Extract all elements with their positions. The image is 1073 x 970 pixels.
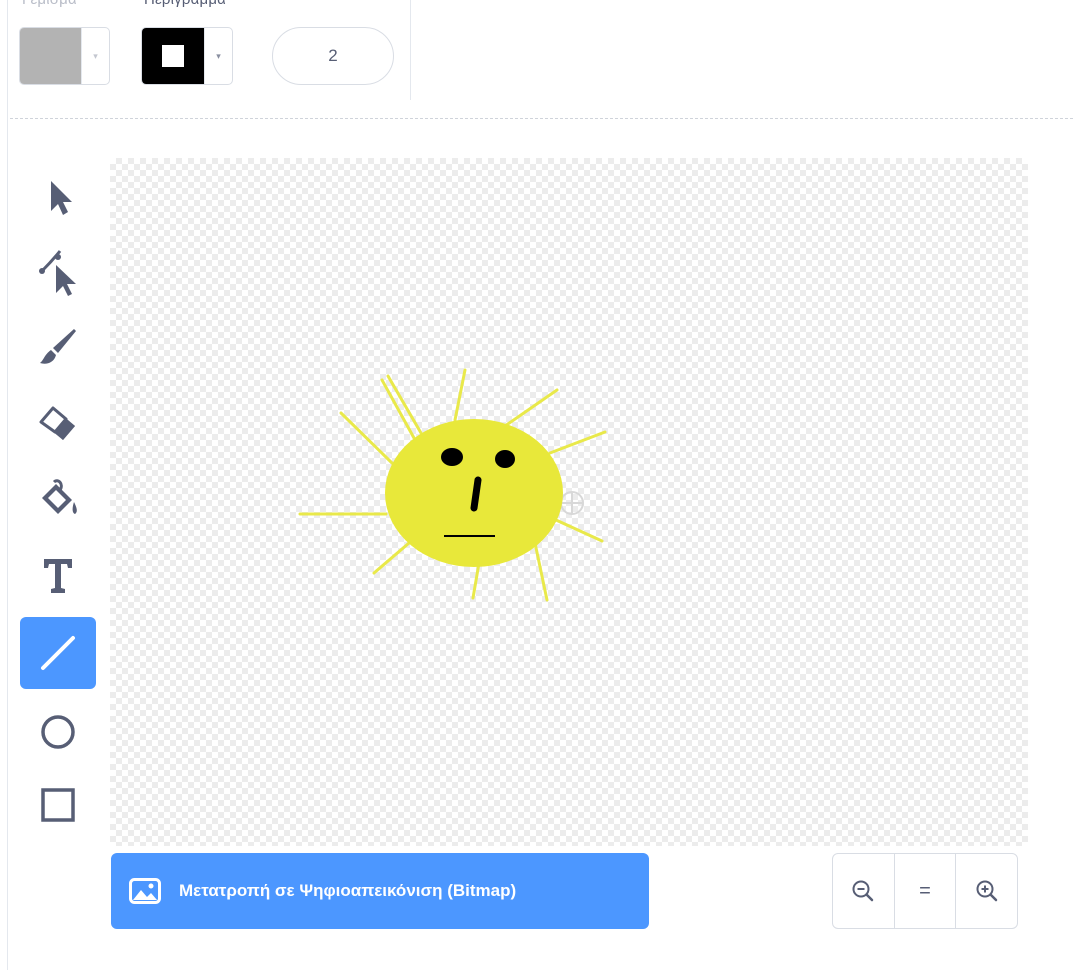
- chevron-down-icon: ▾: [204, 28, 232, 84]
- reshape-icon: [39, 250, 76, 296]
- text-tool-button[interactable]: [20, 539, 96, 611]
- fill-color-swatch: [20, 28, 81, 84]
- sun-drawing: [298, 368, 607, 602]
- fill-label: Γέμισμα: [22, 0, 77, 8]
- zoom-in-button[interactable]: [955, 854, 1017, 928]
- eraser-tool-button[interactable]: [20, 388, 96, 460]
- brush-icon: [40, 329, 76, 364]
- brush-tool-button[interactable]: [20, 311, 96, 383]
- toolbar-divider: [410, 0, 411, 100]
- sun-left-eye: [441, 448, 463, 466]
- sun-right-eye: [495, 450, 515, 468]
- chevron-down-icon: ▾: [81, 28, 109, 84]
- paint-bucket-icon: [42, 479, 77, 514]
- drawing-canvas[interactable]: [110, 158, 1028, 846]
- circle-tool-button[interactable]: [20, 696, 96, 768]
- select-tool-button[interactable]: [20, 161, 96, 233]
- arrow-pointer-icon: [51, 181, 72, 215]
- image-icon: [129, 878, 161, 904]
- reshape-tool-button[interactable]: [20, 236, 96, 308]
- convert-to-bitmap-label: Μετατροπή σε Ψηφιοαπεικόνιση (Bitmap): [179, 881, 517, 900]
- outline-label: Περίγραμμα: [144, 0, 226, 8]
- fill-tool-button[interactable]: [20, 463, 96, 535]
- zoom-controls: =: [832, 853, 1018, 929]
- left-panel-border: [7, 0, 8, 970]
- convert-to-bitmap-button[interactable]: Μετατροπή σε Ψηφιοαπεικόνιση (Bitmap): [111, 853, 649, 929]
- fill-color-button[interactable]: ▾: [19, 27, 110, 85]
- line-icon: [41, 636, 75, 670]
- zoom-in-icon: [976, 880, 997, 902]
- circle-icon: [41, 715, 75, 749]
- zoom-reset-button[interactable]: =: [893, 854, 956, 928]
- outline-color-swatch: [142, 28, 204, 84]
- sun-nose: [470, 476, 482, 512]
- outline-width-input[interactable]: 2: [272, 27, 394, 85]
- line-tool-button[interactable]: [20, 617, 96, 689]
- eraser-icon: [39, 406, 75, 440]
- outline-color-button[interactable]: ▾: [141, 27, 233, 85]
- rectangle-tool-button[interactable]: [20, 769, 96, 841]
- section-divider: [10, 118, 1073, 119]
- zoom-out-button[interactable]: [833, 854, 894, 928]
- text-icon: [44, 559, 72, 593]
- zoom-out-icon: [852, 880, 874, 902]
- rectangle-icon: [41, 788, 75, 822]
